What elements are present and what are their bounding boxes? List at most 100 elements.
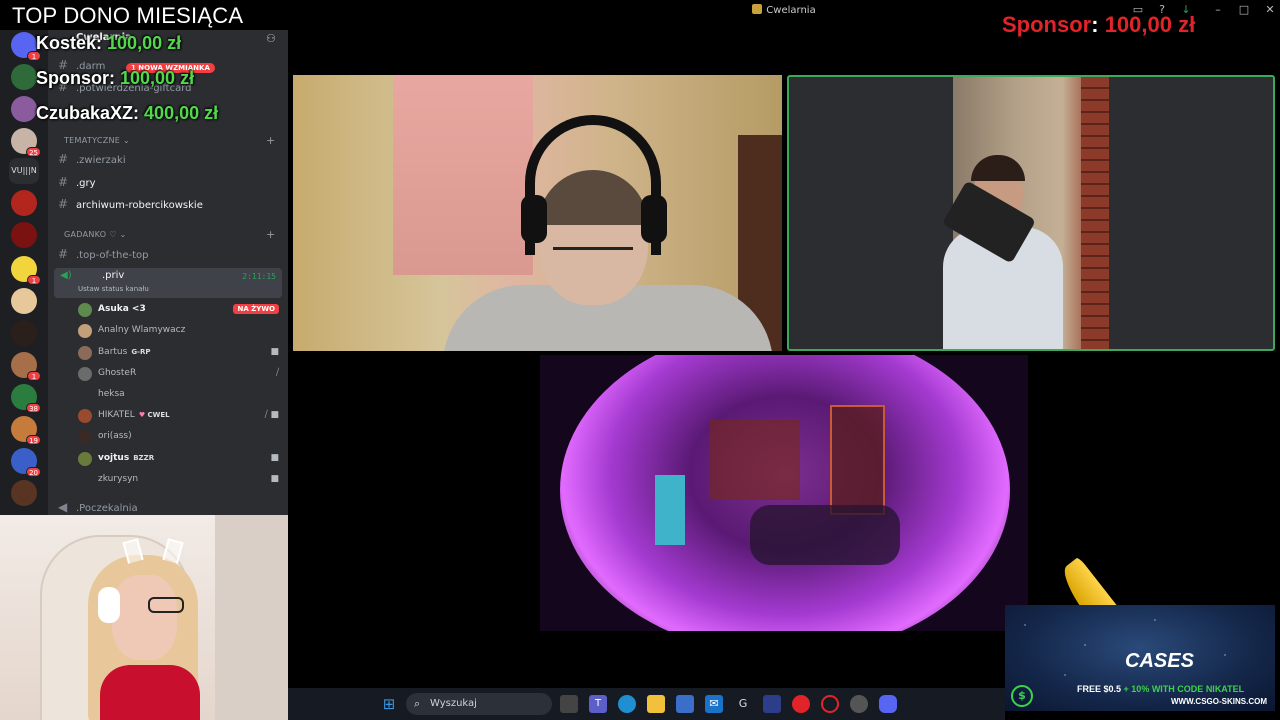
streamer-webcam	[0, 515, 288, 720]
server-icon[interactable]: 38	[11, 384, 41, 413]
category-gadanko[interactable]: GADANKO ♡ ⌄	[64, 230, 127, 239]
channel-item[interactable]: # archiwum-robercikowskie	[58, 195, 203, 213]
user-name: ori(ass)	[98, 431, 132, 441]
chrome-icon[interactable]	[850, 695, 868, 713]
category-tematyczne[interactable]: TEMATYCZNE ⌄	[64, 136, 130, 145]
video-tile-1[interactable]	[293, 75, 782, 351]
user-tag: ♥ CWEL	[139, 411, 170, 419]
monitor-shape	[655, 475, 685, 545]
donor-name: Sponsor:	[36, 68, 115, 88]
voice-user[interactable]: HIKATEL ♥ CWEL ⧸ ■	[78, 406, 283, 426]
donor-name: CzubakaXZ:	[36, 103, 140, 123]
voice-user[interactable]: ori(ass)	[78, 427, 283, 447]
server-icon[interactable]: 20	[11, 448, 41, 477]
voice-user[interactable]: vojtus BZZR ■	[78, 449, 283, 469]
brick-wall	[1081, 77, 1109, 349]
donor-entry: CzubakaXZ: 400,00 zł	[36, 103, 218, 124]
server-icon[interactable]: VU|||N	[9, 158, 39, 184]
taskbar-search[interactable]: ⌕ Wyszukaj	[406, 693, 552, 715]
muted-icon: ⧸	[275, 368, 279, 378]
mail-icon[interactable]: ✉	[705, 695, 723, 713]
channel-label: .zwierzaki	[76, 155, 126, 166]
app-g-icon[interactable]: G	[734, 695, 752, 713]
voice-user[interactable]: GhosteR ⧸	[78, 364, 283, 384]
file-explorer-icon[interactable]	[647, 695, 665, 713]
user-name: zkurysyn	[98, 474, 139, 484]
voice-user[interactable]: zkurysyn ■	[78, 470, 283, 490]
server-icon[interactable]	[11, 480, 37, 506]
add-channel-icon[interactable]: +	[266, 134, 275, 147]
user-tag-text: CWEL	[147, 411, 170, 419]
channel-item[interactable]: # .top-of-the-top	[58, 245, 148, 263]
user-name: vojtus BZZR	[98, 453, 154, 463]
voice-status[interactable]: Ustaw status kanału	[78, 285, 149, 293]
coin-icon: $	[1011, 685, 1033, 707]
voice-user[interactable]: Bartus G-RP ■	[78, 343, 283, 363]
shelf-shape	[710, 420, 800, 500]
server-icon[interactable]: 1	[11, 256, 41, 285]
avatar	[78, 430, 92, 444]
discord-icon[interactable]	[879, 695, 897, 713]
avatar	[78, 303, 92, 317]
app-window-icon[interactable]	[763, 695, 781, 713]
close-icon[interactable]: ✕	[1262, 3, 1278, 16]
cat-ear	[162, 538, 184, 564]
headset-icon	[98, 587, 120, 623]
voice-channel-waiting[interactable]: ◀ .Poczekalnia	[58, 498, 138, 516]
channel-item[interactable]: # .gry	[58, 173, 96, 191]
server-icon[interactable]: 25	[11, 128, 41, 157]
server-badge: 38	[26, 403, 41, 413]
channel-label: .gry	[76, 178, 96, 189]
edge-icon[interactable]	[618, 695, 636, 713]
channel-label: .Poczekalnia	[76, 503, 138, 514]
video-tile-2[interactable]	[787, 75, 1275, 351]
top-donors-overlay: TOP DONO MIESIĄCA Kostek: 100,00 zł Spon…	[0, 0, 288, 130]
cat-ear	[122, 538, 144, 564]
video-icon: ■	[270, 474, 279, 484]
minimize-icon[interactable]: –	[1210, 3, 1226, 16]
voice-user[interactable]: Asuka <3 NA ŻYWO	[78, 300, 283, 320]
server-icon[interactable]: 1	[11, 352, 41, 381]
user-name: Bartus G-RP	[98, 347, 150, 357]
channel-label: .top-of-the-top	[76, 250, 149, 261]
promo-brand: CASES	[1125, 650, 1194, 672]
windows-taskbar: ⊞ ⌕ Wyszukaj T ✉ G	[288, 688, 1005, 720]
person-hair	[971, 155, 1025, 181]
opera-icon[interactable]	[821, 695, 839, 713]
window-title-text: Cwelarnia	[766, 5, 816, 16]
teams-icon[interactable]: T	[589, 695, 607, 713]
maximize-icon[interactable]: □	[1236, 3, 1252, 16]
fisheye-camera-feed	[560, 355, 1010, 631]
video-tile-3[interactable]	[540, 355, 1028, 631]
donors-title: TOP DONO MIESIĄCA	[12, 3, 244, 28]
avatar	[78, 346, 92, 360]
add-channel-icon[interactable]: +	[266, 228, 275, 241]
promo-url: WWW.CSGO-SKINS.COM	[1171, 697, 1267, 706]
curtain-shape	[393, 75, 533, 275]
voice-user[interactable]: Analny Wlamywacz	[78, 321, 283, 341]
avatar	[78, 324, 92, 338]
search-placeholder: Wyszukaj	[430, 698, 477, 709]
server-icon[interactable]	[11, 288, 37, 314]
server-icon[interactable]	[11, 190, 37, 216]
donor-name: Kostek:	[36, 33, 103, 53]
cat-ears	[122, 538, 185, 570]
donor-entry: Kostek: 100,00 zł	[36, 33, 181, 54]
server-icon[interactable]: 19	[11, 416, 41, 445]
speaker-icon: ◀	[58, 500, 68, 514]
user-name-text: HIKATEL	[98, 410, 135, 420]
channel-item[interactable]: # .zwierzaki	[58, 150, 126, 168]
voice-user[interactable]: heksa	[78, 385, 283, 405]
store-icon[interactable]	[676, 695, 694, 713]
server-icon[interactable]	[11, 222, 37, 248]
server-icon[interactable]	[11, 320, 37, 346]
voice-channel-priv[interactable]: ◀) .priv 2:11:15 Ustaw status kanału	[54, 268, 282, 298]
sponsor-separator: :	[1091, 12, 1099, 37]
windows-start-icon[interactable]: ⊞	[380, 695, 398, 713]
task-view-icon[interactable]	[560, 695, 578, 713]
donor-amount: 100,00 zł	[120, 68, 195, 88]
voice-channel-name: .priv	[102, 270, 125, 281]
opera-gx-icon[interactable]	[792, 695, 810, 713]
user-tag: BZZR	[133, 454, 155, 462]
bed-shape	[750, 505, 900, 565]
